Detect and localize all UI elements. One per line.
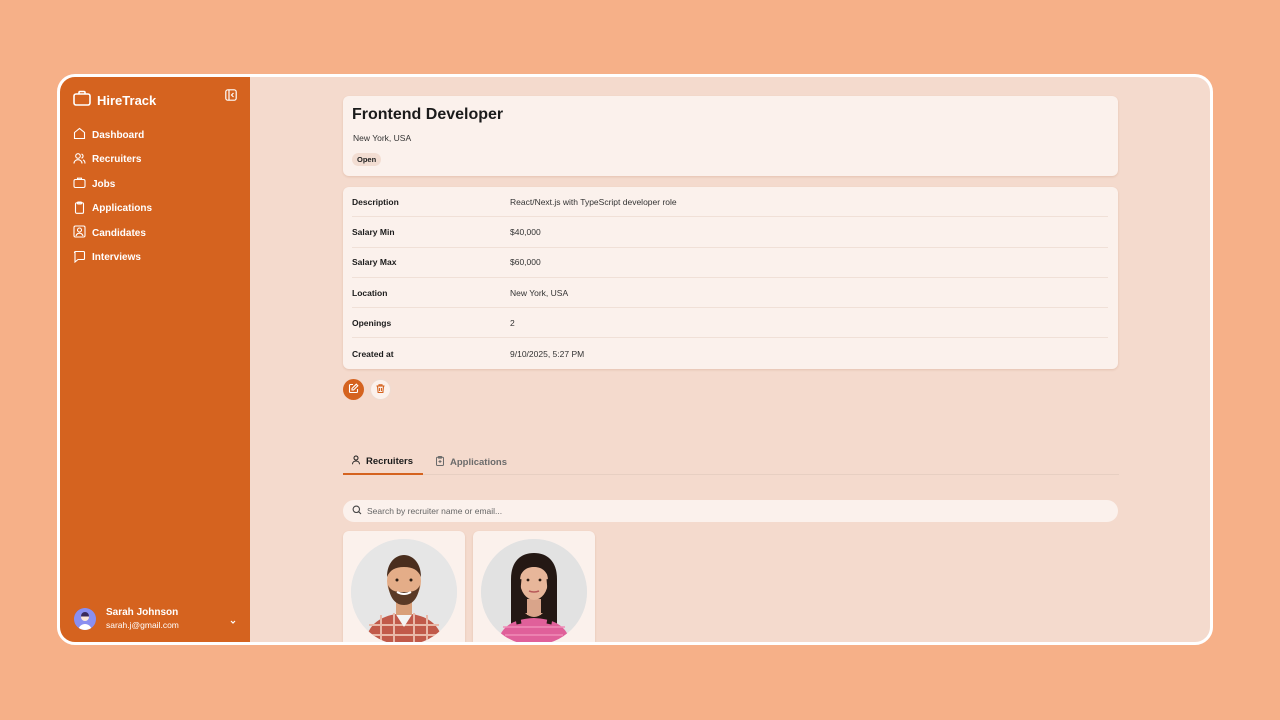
detail-value: 9/10/2025, 5:27 PM xyxy=(510,348,585,359)
sidebar-item-recruiters[interactable]: Recruiters xyxy=(73,148,238,173)
recruiter-photo xyxy=(481,539,587,642)
recruiter-photo xyxy=(351,539,457,642)
tabs: Recruiters Applications xyxy=(343,449,1119,475)
detail-row-salary-max: Salary Max $60,000 xyxy=(352,248,1108,278)
briefcase-icon xyxy=(73,176,86,192)
detail-label: Location xyxy=(352,287,388,298)
edit-icon xyxy=(348,381,359,399)
detail-value: 2 xyxy=(510,317,515,328)
sidebar-item-applications[interactable]: Applications xyxy=(73,197,238,222)
detail-label: Description xyxy=(352,196,399,207)
detail-row-created-at: Created at 9/10/2025, 5:27 PM xyxy=(352,339,1108,369)
home-icon xyxy=(73,127,86,143)
edit-button[interactable] xyxy=(343,379,364,400)
app-window: HireTrack Dashboard Recruiters Jobs Appl… xyxy=(57,74,1213,645)
status-badge: Open xyxy=(352,153,382,166)
sidebar-item-label: Recruiters xyxy=(92,154,142,166)
detail-label: Salary Max xyxy=(352,257,397,268)
detail-label: Openings xyxy=(352,317,392,328)
search-bar xyxy=(343,500,1118,522)
sidebar-item-label: Jobs xyxy=(92,178,116,190)
message-icon xyxy=(73,250,86,266)
chevron-down-icon[interactable] xyxy=(228,614,238,624)
tab-label: Applications xyxy=(450,456,508,468)
user-menu[interactable]: Sarah Johnson sarah.j@gmail.com xyxy=(74,606,238,631)
detail-value: New York, USA xyxy=(510,287,569,298)
clipboard-plus-icon xyxy=(435,455,445,469)
tab-applications[interactable]: Applications xyxy=(435,449,507,475)
detail-row-location: Location New York, USA xyxy=(352,278,1108,309)
delete-button[interactable] xyxy=(370,379,391,400)
detail-row-openings: Openings 2 xyxy=(352,308,1108,339)
contact-icon xyxy=(73,225,86,241)
recruiter-card[interactable] xyxy=(343,531,465,642)
page-title: Frontend Developer xyxy=(352,106,504,123)
panel-collapse-icon xyxy=(225,88,237,106)
detail-value: React/Next.js with TypeScript developer … xyxy=(510,196,677,207)
detail-row-salary-min: Salary Min $40,000 xyxy=(352,217,1108,248)
sidebar-item-jobs[interactable]: Jobs xyxy=(73,172,238,197)
user-name: Sarah Johnson xyxy=(106,607,179,618)
tab-recruiters[interactable]: Recruiters xyxy=(343,449,423,475)
sidebar-item-label: Candidates xyxy=(92,227,146,239)
detail-value: $40,000 xyxy=(510,226,541,237)
detail-row-description: Description React/Next.js with TypeScrip… xyxy=(352,187,1108,218)
job-location: New York, USA xyxy=(353,133,412,143)
user-email: sarah.j@gmail.com xyxy=(106,620,179,630)
main-content: Frontend Developer New York, USA Open De… xyxy=(250,77,1210,642)
tab-label: Recruiters xyxy=(366,455,413,467)
sidebar-item-label: Applications xyxy=(92,203,153,215)
job-details-card: Description React/Next.js with TypeScrip… xyxy=(343,187,1118,369)
recruiter-card[interactable] xyxy=(473,531,595,642)
detail-label: Salary Min xyxy=(352,226,395,237)
brand-name: HireTrack xyxy=(97,93,157,108)
users-icon xyxy=(73,152,86,168)
clipboard-icon xyxy=(73,201,86,217)
search-input[interactable] xyxy=(367,506,1067,516)
brand[interactable]: HireTrack xyxy=(73,90,156,111)
sidebar-collapse-button[interactable] xyxy=(224,88,238,106)
sidebar-item-label: Dashboard xyxy=(92,129,145,141)
sidebar-nav: Dashboard Recruiters Jobs Applications C… xyxy=(73,123,238,270)
briefcase-logo-icon xyxy=(73,90,91,111)
user-icon xyxy=(351,455,361,468)
sidebar-item-interviews[interactable]: Interviews xyxy=(73,246,238,271)
sidebar-item-dashboard[interactable]: Dashboard xyxy=(73,123,238,148)
trash-icon xyxy=(375,381,386,399)
detail-label: Created at xyxy=(352,348,394,359)
search-icon xyxy=(352,502,362,520)
sidebar-item-candidates[interactable]: Candidates xyxy=(73,221,238,246)
sidebar: HireTrack Dashboard Recruiters Jobs Appl… xyxy=(60,77,250,642)
sidebar-item-label: Interviews xyxy=(92,252,141,264)
detail-value: $60,000 xyxy=(510,257,541,268)
job-header-card: Frontend Developer New York, USA Open xyxy=(343,96,1118,176)
avatar xyxy=(74,607,96,630)
